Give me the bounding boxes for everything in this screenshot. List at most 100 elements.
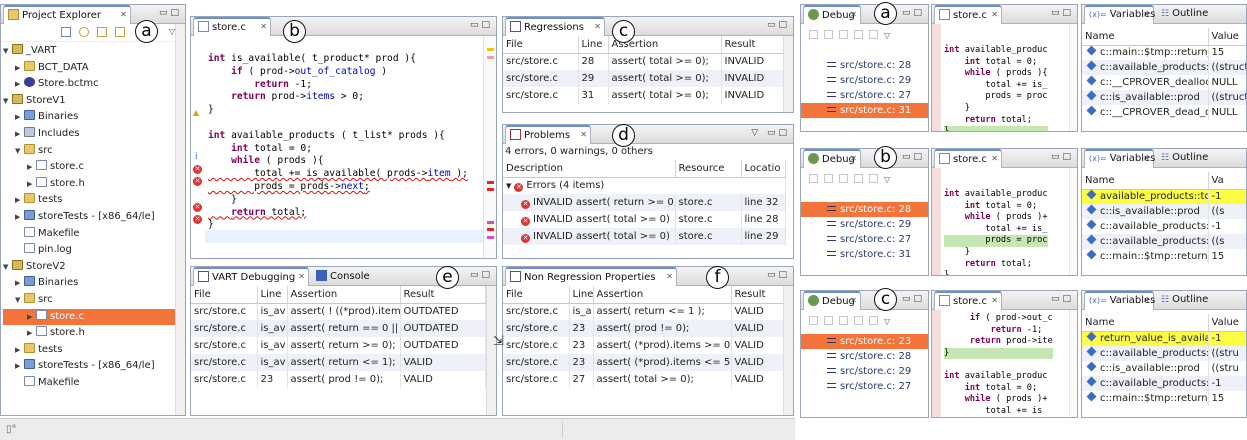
tab-problems[interactable]: Problems ✕ [505, 125, 591, 144]
window-controls[interactable]: ▭□ [470, 270, 493, 280]
tree-item[interactable]: ▶ store.h [3, 176, 185, 193]
tab-regressions[interactable]: Regressions ✕ [505, 17, 605, 36]
variable-row[interactable]: available_products::total -1 [1082, 189, 1246, 204]
table-row[interactable]: ✕ INVALID assert( total >= 0) store.c line … [503, 211, 786, 228]
window-controls[interactable]: ▭□ [767, 20, 790, 30]
variable-row[interactable]: c::available_products: ((struct li [1082, 60, 1246, 75]
column-header[interactable]: Line [578, 36, 609, 54]
collapsed-arrow-icon[interactable]: ▶ [27, 176, 36, 193]
step-into-icon[interactable] [824, 316, 833, 325]
stack-frame[interactable]: src/store.c: 27 [801, 232, 928, 247]
tab-console[interactable]: Console [311, 267, 375, 286]
close-icon[interactable]: ✕ [666, 272, 673, 281]
variable-row[interactable]: c::main::$tmp::return_ 15 [1082, 391, 1246, 406]
close-icon[interactable]: ✕ [1143, 154, 1150, 163]
table-row[interactable]: src/store.c is_av assert( return == 0 || r… [191, 320, 486, 337]
tree-item[interactable]: Makefile [3, 375, 185, 392]
column-header[interactable]: Value [1208, 314, 1246, 332]
view-menu-icon[interactable]: ▽ [884, 317, 890, 326]
vart-scrollbar[interactable] [486, 286, 496, 415]
tree-item[interactable]: ▶ tests [3, 192, 185, 209]
variable-row[interactable]: c::is_available::prod ((s [1082, 204, 1246, 219]
column-header[interactable]: File [191, 286, 258, 304]
view-menu-icon[interactable]: ▽ [884, 175, 890, 184]
stack-frame[interactable]: src/store.c: 31 [801, 247, 928, 262]
tree-item[interactable]: ▶ store.c [3, 159, 185, 176]
expanded-arrow-icon[interactable]: ▼ [15, 292, 24, 309]
table-row[interactable]: src/store.c is_av assert( return <= 1); VAL… [191, 354, 486, 371]
window-controls[interactable]: ▭□ [1051, 294, 1074, 304]
window-controls[interactable]: ▭□ [902, 294, 925, 304]
sync-icon[interactable] [97, 27, 107, 37]
collapse-all-icon[interactable] [61, 27, 71, 37]
variable-row[interactable]: c::available_products::$tm -1 [1082, 219, 1246, 234]
expanded-arrow-icon[interactable]: ▼ [3, 93, 12, 110]
table-row[interactable]: src/store.c 27 assert( total >= 0); VALID [503, 371, 784, 388]
tab-variables[interactable]: (x)= Variables ✕ [1084, 5, 1155, 24]
variable-row[interactable]: c::available_products: -1 [1082, 376, 1246, 391]
tree-item[interactable]: pin.log [3, 242, 185, 259]
debug-code-area[interactable]: int available_produc int total = 0; whil… [944, 189, 1048, 275]
step-return-icon[interactable] [854, 316, 863, 325]
tab-project-explorer[interactable]: Project Explorer ✕ [3, 5, 131, 24]
tree-item[interactable]: ▶ tests [3, 342, 185, 359]
collapsed-arrow-icon[interactable]: ▶ [27, 159, 36, 176]
tab-variables[interactable]: (x)= Variables ✕ [1084, 291, 1155, 310]
window-controls[interactable]: ▽ ▭□ [751, 128, 790, 138]
debug-code-area[interactable]: int available_produc int total = 0; whil… [944, 45, 1048, 131]
column-header[interactable]: Line [569, 286, 594, 304]
resume-icon[interactable] [809, 174, 818, 183]
tab-outline[interactable]: ☷ Outline [1156, 5, 1226, 24]
resume-icon[interactable] [809, 316, 818, 325]
table-row[interactable]: src/store.c 31 assert( total >= 0); INVALID [503, 87, 784, 104]
close-icon[interactable]: ✕ [850, 154, 857, 163]
tab-debug[interactable]: Debug ✕ [803, 149, 861, 168]
tree-item[interactable]: ▶ Includes [3, 126, 185, 143]
column-header[interactable]: Assertion [593, 286, 732, 304]
tree-item[interactable]: ▶ Binaries [3, 275, 185, 292]
column-header[interactable]: Name [1082, 314, 1209, 332]
drop-frame-icon[interactable] [869, 174, 878, 183]
table-row[interactable]: src/store.c 23 assert( prod != 0); VALID [503, 320, 784, 337]
window-controls[interactable]: ▭□ [902, 8, 925, 18]
window-controls[interactable]: ▭□ [902, 152, 925, 162]
stack-frame[interactable]: src/store.c: 27 [801, 88, 928, 103]
column-header[interactable]: Line [257, 286, 288, 304]
table-row[interactable]: src/store.c is_av assert( ! ((*prod).item O… [191, 303, 486, 320]
step-into-icon[interactable] [824, 174, 833, 183]
tree-item[interactable]: ▶ store.c [3, 308, 185, 326]
table-row[interactable]: src/store.c 29 assert( total >= 0); INVALID [503, 70, 784, 87]
column-header[interactable]: File [503, 286, 570, 304]
tree-item[interactable]: ▶ store.h [3, 325, 185, 342]
column-header[interactable]: Name [1082, 28, 1209, 46]
tree-item[interactable]: ▼ StoreV2 [3, 259, 185, 276]
tree-item[interactable]: ▼ _VART [3, 43, 185, 60]
column-header[interactable]: Value [1208, 28, 1246, 46]
window-controls[interactable]: ▭□ [767, 270, 790, 280]
view-menu-icon[interactable]: ▽ [884, 31, 890, 40]
close-icon[interactable]: ✕ [991, 296, 998, 305]
variable-row[interactable]: return_value_is_availal -1 [1082, 331, 1246, 346]
collapsed-arrow-icon[interactable]: ▶ [15, 358, 24, 375]
collapsed-arrow-icon[interactable]: ▶ [27, 325, 36, 342]
tab-outline[interactable]: ☷ Outline [1156, 291, 1226, 310]
column-header[interactable]: Result [731, 286, 784, 304]
step-return-icon[interactable] [854, 174, 863, 183]
variable-row[interactable]: c::main::$tmp::return_valu 15 [1082, 249, 1246, 264]
expanded-arrow-icon[interactable]: ▼ [15, 143, 24, 160]
column-header[interactable]: Result [400, 286, 486, 304]
tab-outline[interactable]: ☷ Outline [1156, 149, 1226, 168]
code-area[interactable]: int is_available( t_product* prod ){ if … [208, 53, 468, 232]
close-icon[interactable]: ✕ [1143, 296, 1150, 305]
stack-frame[interactable]: src/store.c: 28 [801, 349, 928, 364]
tree-item[interactable]: ▶ Store.bctmc [3, 76, 185, 93]
variable-row[interactable]: c::available_products::pro ((s [1082, 234, 1246, 249]
tree-item[interactable]: ▶ storeTests - [x86_64/le] [3, 358, 185, 375]
expanded-arrow-icon[interactable]: ▼ [3, 43, 12, 60]
step-over-icon[interactable] [839, 174, 848, 183]
collapsed-arrow-icon[interactable]: ▶ [15, 275, 24, 292]
collapsed-arrow-icon[interactable]: ▶ [15, 342, 24, 359]
close-icon[interactable]: ✕ [260, 22, 267, 31]
window-controls[interactable]: ▭□ [1051, 152, 1074, 162]
column-header[interactable]: File [503, 36, 579, 54]
